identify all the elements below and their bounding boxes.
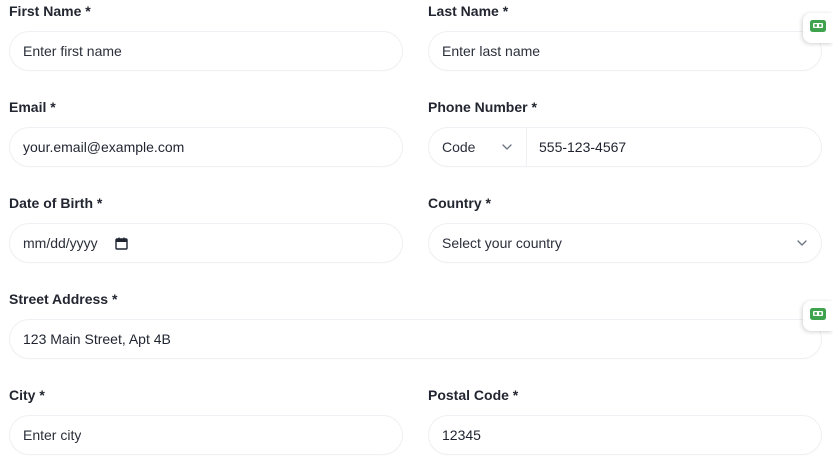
dob-placeholder: mm/dd/yyyy: [23, 235, 98, 251]
dob-group: Date of Birth * mm/dd/yyyy: [9, 192, 403, 263]
city-input[interactable]: Enter city: [9, 415, 403, 455]
email-value: your.email@example.com: [23, 139, 185, 155]
first-name-group: First Name * Enter first name: [9, 0, 403, 71]
street-label: Street Address *: [9, 291, 118, 307]
postal-group: Postal Code * 12345: [428, 384, 822, 455]
password-manager-badge[interactable]: [803, 13, 833, 43]
phone-group: Phone Number * Code 555-123-4567: [428, 96, 822, 167]
last-name-group: Last Name * Enter last name: [428, 0, 822, 71]
country-label: Country *: [428, 195, 491, 211]
chevron-down-icon: [797, 238, 807, 248]
last-name-input[interactable]: Enter last name: [428, 31, 822, 71]
country-select[interactable]: Select your country: [428, 223, 822, 263]
street-value: 123 Main Street, Apt 4B: [23, 331, 171, 347]
street-input[interactable]: 123 Main Street, Apt 4B: [9, 319, 822, 359]
email-input[interactable]: your.email@example.com: [9, 127, 403, 167]
email-group: Email * your.email@example.com: [9, 96, 403, 167]
first-name-placeholder: Enter first name: [23, 43, 122, 59]
phone-code-placeholder: Code: [442, 139, 476, 155]
calendar-icon[interactable]: [114, 237, 128, 250]
password-manager-badge[interactable]: [803, 301, 833, 331]
city-label: City *: [9, 387, 45, 403]
postal-label: Postal Code *: [428, 387, 519, 403]
phone-code-select[interactable]: Code: [429, 128, 527, 166]
phone-input-group: Code 555-123-4567: [428, 127, 822, 167]
country-placeholder: Select your country: [442, 235, 562, 251]
last-name-placeholder: Enter last name: [442, 43, 541, 59]
last-name-label: Last Name *: [428, 3, 509, 19]
street-group: Street Address * 123 Main Street, Apt 4B: [9, 288, 822, 359]
postal-input[interactable]: 12345: [428, 415, 822, 455]
first-name-input[interactable]: Enter first name: [9, 31, 403, 71]
registration-form: First Name * Enter first name Last Name …: [0, 0, 833, 463]
email-label: Email *: [9, 99, 56, 115]
dob-label: Date of Birth *: [9, 195, 103, 211]
city-group: City * Enter city: [9, 384, 403, 455]
first-name-label: First Name *: [9, 3, 91, 19]
chevron-down-icon: [502, 142, 512, 152]
phone-label: Phone Number *: [428, 99, 537, 115]
dob-input[interactable]: mm/dd/yyyy: [9, 223, 403, 263]
password-manager-icon: [809, 17, 827, 40]
password-manager-icon: [809, 305, 827, 328]
country-group: Country * Select your country: [428, 192, 822, 263]
city-placeholder: Enter city: [23, 427, 82, 443]
postal-value: 12345: [442, 427, 481, 443]
phone-number-input[interactable]: 555-123-4567: [527, 139, 626, 155]
